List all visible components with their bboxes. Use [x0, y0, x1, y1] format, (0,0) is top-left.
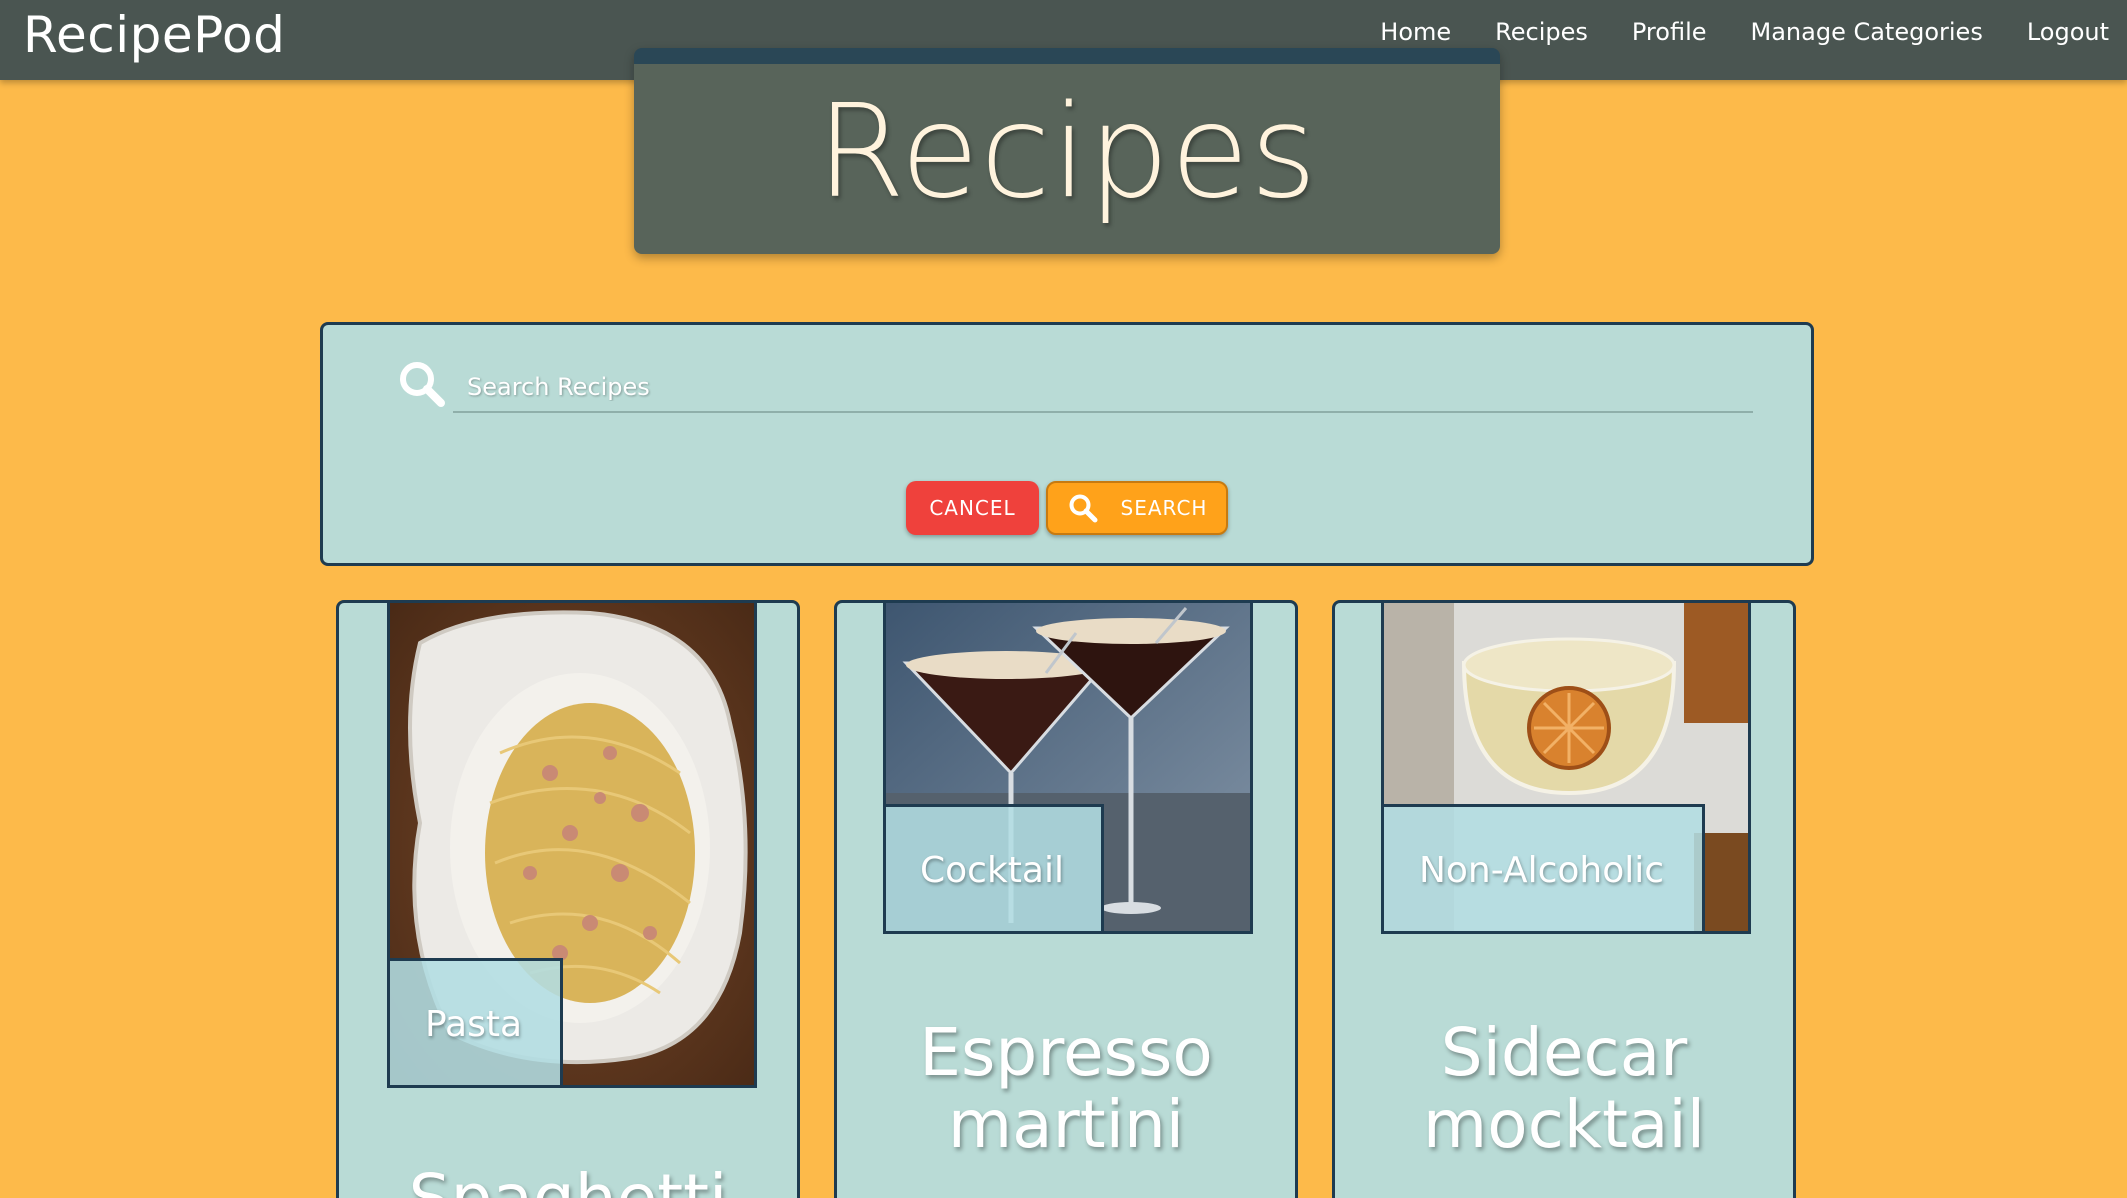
recipe-category: Pasta — [390, 958, 563, 1085]
recipe-category: Non-Alcoholic — [1384, 804, 1705, 931]
recipe-card[interactable]: Cocktail Espresso martini — [834, 600, 1298, 1198]
search-icon — [400, 362, 445, 407]
cancel-button[interactable]: CANCEL — [906, 481, 1039, 535]
nav-home[interactable]: Home — [1358, 18, 1473, 46]
recipe-card[interactable]: Non-Alcoholic Sidecar mocktail — [1332, 600, 1796, 1198]
search-button[interactable]: SEARCH — [1046, 481, 1228, 535]
recipe-title-text: Espresso martini — [919, 1014, 1213, 1163]
page-title-banner: Recipes — [634, 48, 1500, 254]
recipe-image: Pasta — [387, 603, 757, 1088]
recipe-title[interactable]: Spaghetti — [339, 1163, 797, 1198]
search-panel: CANCEL SEARCH — [320, 322, 1814, 566]
nav-manage-categories[interactable]: Manage Categories — [1729, 18, 2005, 46]
recipe-image: Cocktail — [883, 603, 1253, 934]
recipe-title[interactable]: Sidecar mocktail — [1335, 1017, 1793, 1161]
page-title: Recipes — [816, 78, 1318, 227]
nav-profile[interactable]: Profile — [1610, 18, 1729, 46]
recipe-category: Cocktail — [886, 804, 1104, 931]
search-input[interactable] — [453, 363, 1753, 413]
nav-logout[interactable]: Logout — [2005, 18, 2127, 46]
nav-recipes[interactable]: Recipes — [1473, 18, 1610, 46]
brand-logo[interactable]: RecipePod — [23, 6, 285, 64]
recipe-title-text: Sidecar mocktail — [1422, 1014, 1706, 1163]
search-button-label: SEARCH — [1120, 496, 1208, 520]
recipe-card[interactable]: Pasta Spaghetti — [336, 600, 800, 1198]
recipe-image: Non-Alcoholic — [1381, 603, 1751, 934]
search-icon — [1069, 494, 1098, 523]
cancel-button-label: CANCEL — [929, 496, 1016, 520]
recipe-title[interactable]: Espresso martini — [837, 1017, 1295, 1161]
